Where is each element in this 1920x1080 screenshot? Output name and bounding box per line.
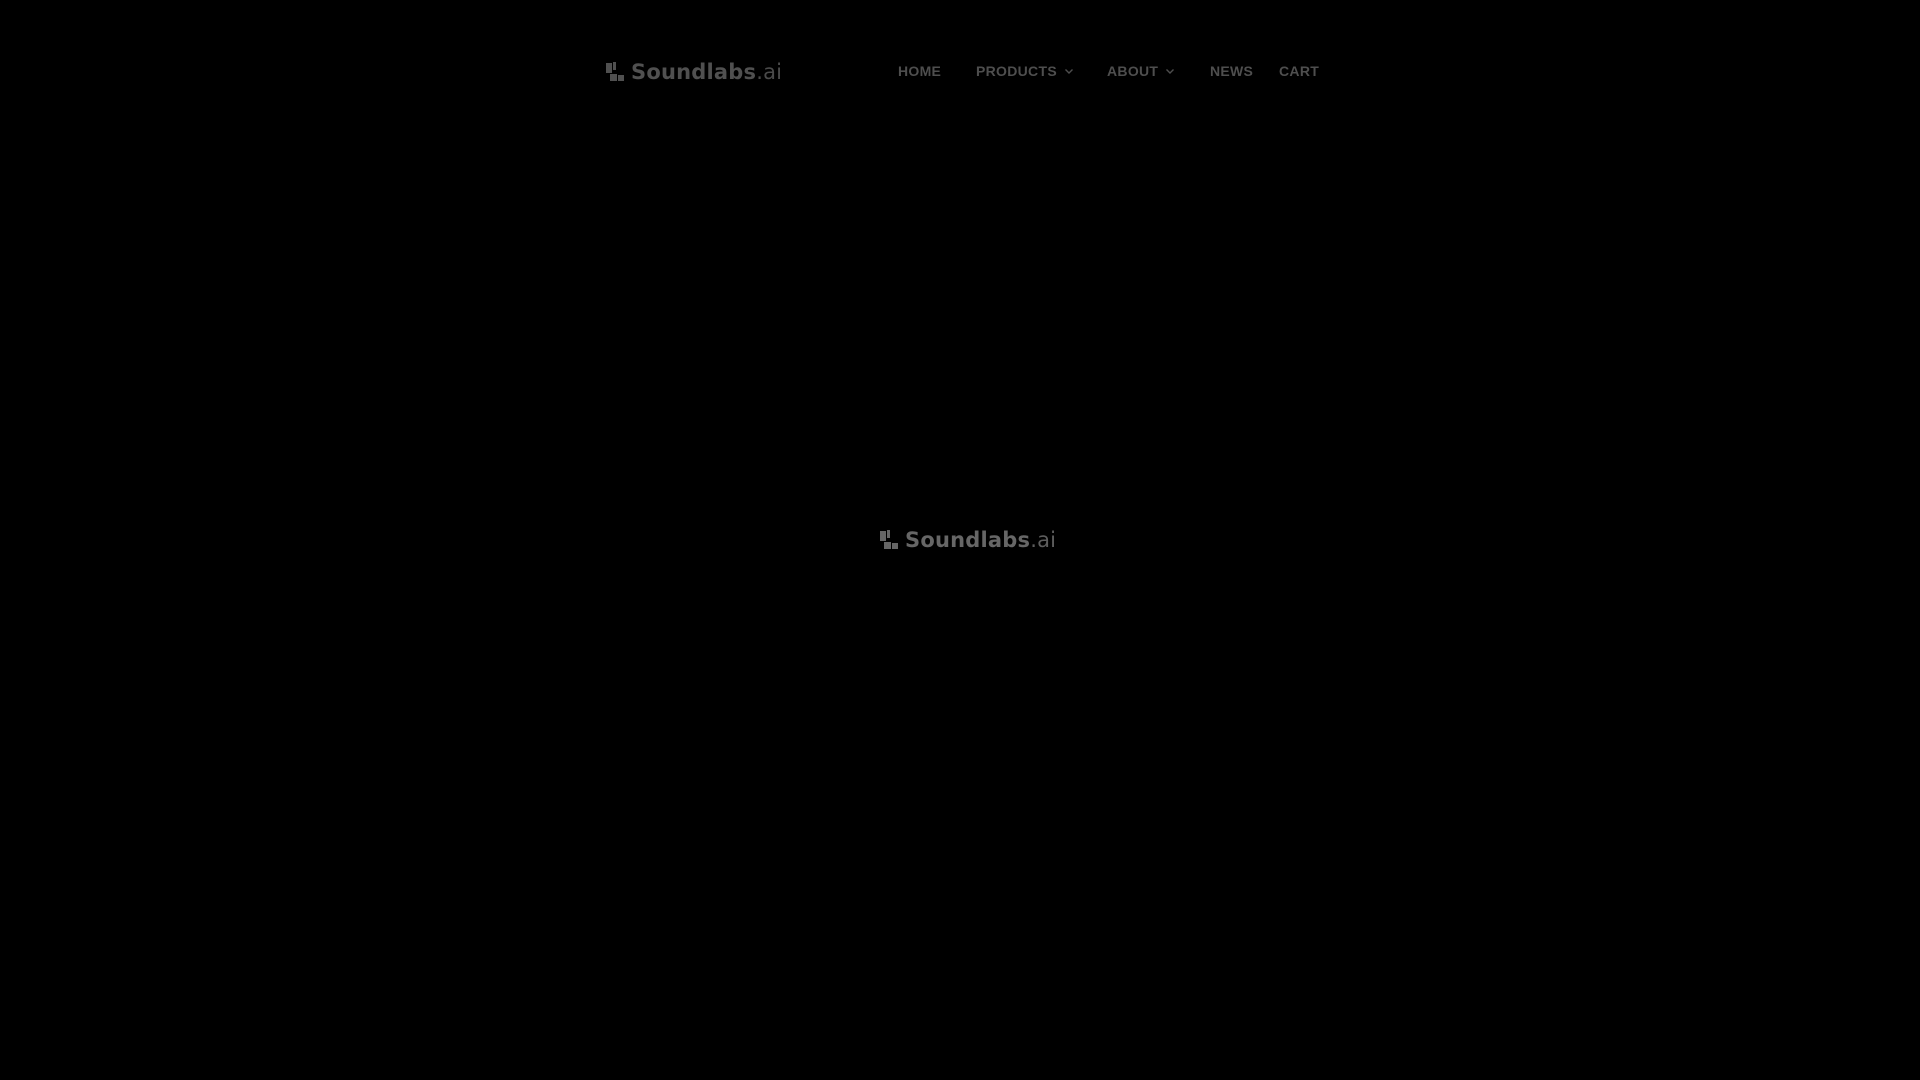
nav-about-dropdown[interactable]: ABOUT [1107, 58, 1175, 84]
nav-products-dropdown[interactable]: PRODUCTS [976, 58, 1074, 84]
nav-cart-label: CART [1279, 63, 1320, 79]
nav-news[interactable]: NEWS [1210, 58, 1253, 84]
chevron-down-icon [1166, 69, 1175, 74]
splash-logo-text: Soundlabs.ai [905, 526, 1056, 554]
nav-products-label: PRODUCTS [976, 63, 1057, 79]
chevron-down-icon [1064, 69, 1073, 74]
nav-about-label: ABOUT [1107, 63, 1159, 79]
splash-logo-name: Soundlabs [905, 528, 1031, 552]
splash-logo-tld: .ai [1030, 528, 1057, 552]
nav-home-label: HOME [898, 63, 942, 79]
nav-cart[interactable]: CART [1279, 58, 1319, 84]
soundlabs-logo-icon [880, 530, 898, 549]
nav-news-label: NEWS [1210, 63, 1254, 79]
soundlabs-logo-icon [606, 62, 624, 81]
header-logo-text: Soundlabs.ai [631, 58, 782, 86]
header-logo-name: Soundlabs [631, 60, 757, 84]
splash-logo: Soundlabs.ai [878, 526, 1056, 554]
site-header: Soundlabs.ai HOME PRODUCTS ABOUT NEWS CA… [0, 0, 1920, 142]
header-logo-link[interactable]: Soundlabs.ai [604, 58, 782, 86]
header-logo-tld: .ai [756, 60, 783, 84]
nav-home[interactable]: HOME [898, 58, 941, 84]
page: Soundlabs.ai HOME PRODUCTS ABOUT NEWS CA… [0, 0, 1920, 1080]
